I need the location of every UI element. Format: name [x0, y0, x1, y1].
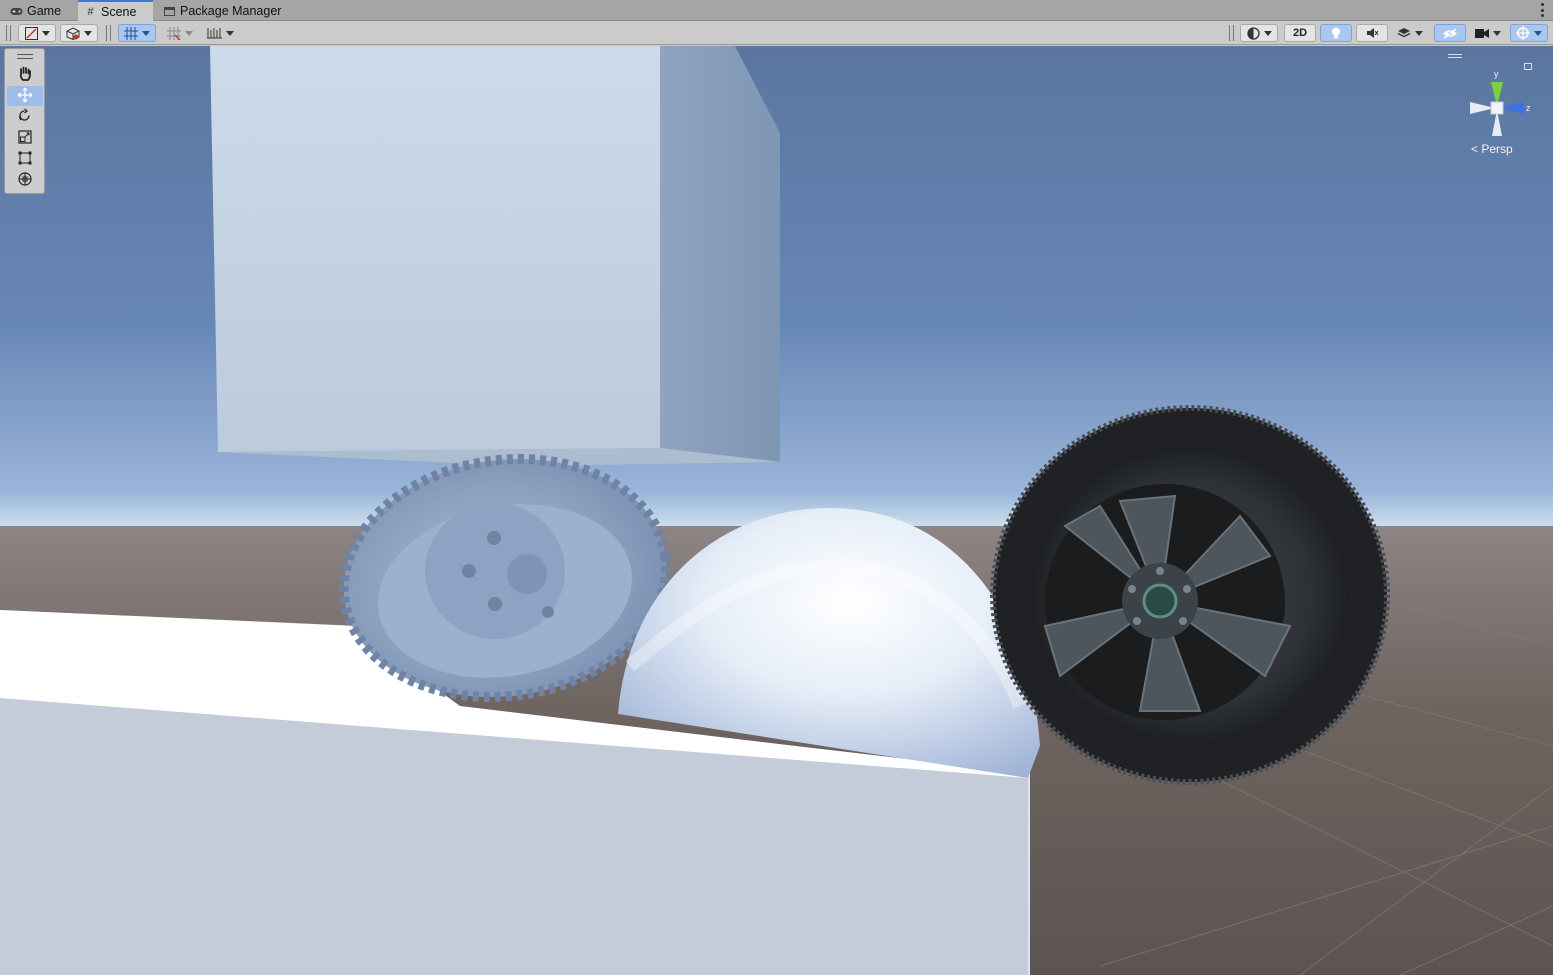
ruler-icon	[206, 27, 222, 39]
toolbar-grip-right[interactable]	[1229, 25, 1234, 41]
shading-mode-dropdown[interactable]	[1240, 24, 1278, 42]
package-icon	[163, 5, 176, 17]
increment-snap-dropdown[interactable]	[202, 24, 238, 42]
tool-palette-grip[interactable]	[16, 54, 33, 59]
chevron-down-icon	[1263, 30, 1272, 36]
rotate-tool[interactable]	[7, 107, 43, 127]
snap-increment-dropdown[interactable]	[162, 24, 198, 42]
gizmo-axis-z: z	[1526, 103, 1531, 113]
gizmos-dropdown[interactable]	[1510, 24, 1548, 42]
more-options-icon[interactable]	[1539, 3, 1545, 17]
tab-package-manager-label: Package Manager	[180, 4, 282, 18]
snap-grid-icon	[167, 26, 181, 40]
toolbar-grip-left[interactable]	[6, 25, 11, 41]
scale-icon	[17, 129, 32, 147]
scene-viewport[interactable]: y z < Persp	[0, 46, 1553, 975]
rotate-icon	[17, 108, 32, 126]
editor-tab-bar: Game # Scene Package Manager	[0, 0, 1553, 21]
chevron-down-icon	[185, 30, 193, 36]
chevron-down-icon	[142, 30, 150, 36]
scale-tool[interactable]	[7, 128, 43, 148]
grid-snap-toggle[interactable]	[118, 24, 156, 42]
chevron-down-icon	[1534, 30, 1542, 36]
sphere-shading-icon	[1246, 26, 1260, 40]
projection-toggle[interactable]: < Persp	[1471, 142, 1513, 156]
scene-toolbar: 2D	[0, 21, 1553, 45]
overlay-menu-icon[interactable]	[1448, 54, 1462, 58]
camera-settings-dropdown[interactable]	[1470, 24, 1506, 42]
camera-icon	[1475, 28, 1489, 39]
projection-label: Persp	[1481, 142, 1513, 156]
chevron-down-icon	[225, 30, 234, 36]
transform-tool[interactable]	[7, 170, 43, 190]
audio-mute-icon	[1366, 27, 1379, 39]
light-bulb-icon	[1331, 27, 1341, 40]
audio-toggle[interactable]	[1356, 24, 1388, 42]
render-mode-dropdown[interactable]	[60, 24, 98, 42]
cube-upper[interactable]	[210, 46, 780, 466]
tab-package-manager[interactable]: Package Manager	[157, 1, 287, 21]
gizmo-crosshair-icon	[1516, 26, 1530, 40]
tab-game-label: Game	[27, 4, 62, 18]
grid-hash-icon: #	[87, 5, 94, 18]
gizmo-axis-y: y	[1494, 69, 1499, 79]
draw-mode-icon	[24, 26, 38, 40]
grid-snap-icon	[124, 26, 138, 40]
tab-scene[interactable]: # Scene	[78, 0, 153, 21]
tool-palette	[4, 48, 45, 194]
move-tool[interactable]	[6, 86, 43, 106]
effects-dropdown[interactable]	[1390, 24, 1430, 42]
layers-icon	[1397, 27, 1411, 39]
scene-objects	[0, 46, 1553, 975]
chevron-down-icon	[1493, 30, 1501, 36]
gamepad-icon	[10, 5, 23, 17]
tire-textured[interactable]	[990, 405, 1390, 785]
draw-mode-dropdown[interactable]	[18, 24, 56, 42]
hand-icon	[18, 66, 32, 84]
rect-transform-icon	[18, 151, 32, 168]
toggle-2d-button[interactable]: 2D	[1284, 24, 1316, 42]
chevron-left-icon: <	[1471, 142, 1479, 156]
lighting-toggle[interactable]	[1320, 24, 1352, 42]
toolbar-grip-mid[interactable]	[106, 25, 111, 41]
transform-combined-icon	[17, 171, 33, 190]
chevron-down-icon	[84, 30, 92, 36]
cube-icon	[66, 26, 80, 40]
hand-tool[interactable]	[7, 65, 43, 85]
scene-visibility-toggle[interactable]	[1434, 24, 1466, 42]
tab-game[interactable]: Game	[4, 1, 67, 21]
rect-tool[interactable]	[7, 149, 43, 169]
toggle-2d-label: 2D	[1292, 27, 1308, 39]
eye-slash-icon	[1442, 27, 1458, 39]
chevron-down-icon	[41, 30, 50, 36]
move-arrows-icon	[17, 87, 33, 106]
tab-scene-label: Scene	[101, 4, 137, 19]
chevron-down-icon	[1415, 30, 1423, 36]
